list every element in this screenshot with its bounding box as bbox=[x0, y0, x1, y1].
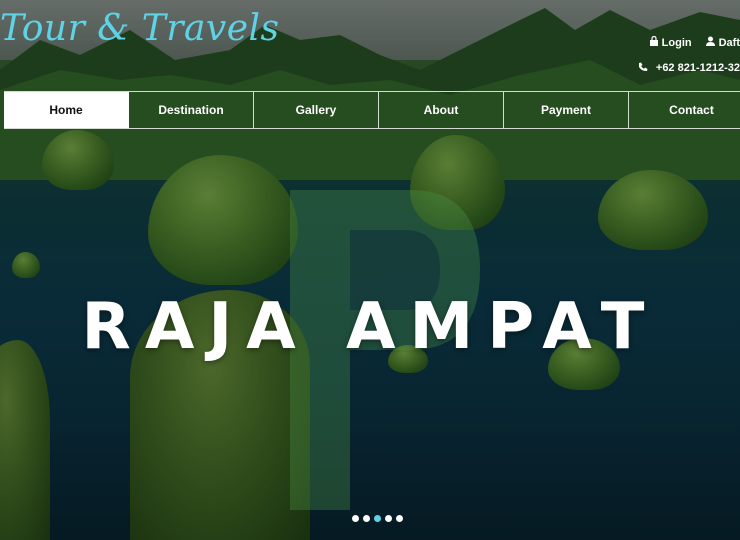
top-links: Login Daft +62 821-1212-32 bbox=[638, 35, 740, 74]
nav-item-about[interactable]: About bbox=[379, 92, 504, 128]
register-link[interactable]: Daft bbox=[705, 36, 740, 49]
phone-contact[interactable]: +62 821-1212-32 bbox=[638, 62, 740, 75]
login-link[interactable]: Login bbox=[649, 35, 692, 49]
brand-logo[interactable]: Tour & Travels bbox=[0, 8, 280, 49]
login-label: Login bbox=[661, 36, 692, 49]
carousel-dot[interactable] bbox=[363, 515, 370, 522]
phone-number: +62 821-1212-32 bbox=[655, 62, 740, 74]
phone-icon bbox=[638, 62, 648, 75]
carousel-dot[interactable] bbox=[352, 515, 359, 522]
nav-item-payment[interactable]: Payment bbox=[504, 92, 629, 128]
nav-item-home[interactable]: Home bbox=[4, 92, 129, 128]
overlay bbox=[0, 0, 740, 540]
register-label: Daft bbox=[718, 36, 740, 49]
nav-item-destination[interactable]: Destination bbox=[129, 92, 254, 128]
hero-background bbox=[0, 0, 740, 540]
main-nav: Home Destination Gallery About Payment C… bbox=[4, 91, 740, 129]
carousel-dot[interactable] bbox=[396, 515, 403, 522]
carousel-dot-active[interactable] bbox=[374, 515, 381, 522]
nav-item-gallery[interactable]: Gallery bbox=[254, 92, 379, 128]
hero-title: RAJA AMPAT bbox=[81, 290, 659, 364]
lock-icon bbox=[649, 35, 658, 49]
user-icon bbox=[705, 36, 715, 49]
carousel-indicators bbox=[352, 515, 403, 522]
carousel-dot[interactable] bbox=[385, 515, 392, 522]
nav-item-contact[interactable]: Contact bbox=[629, 92, 740, 128]
